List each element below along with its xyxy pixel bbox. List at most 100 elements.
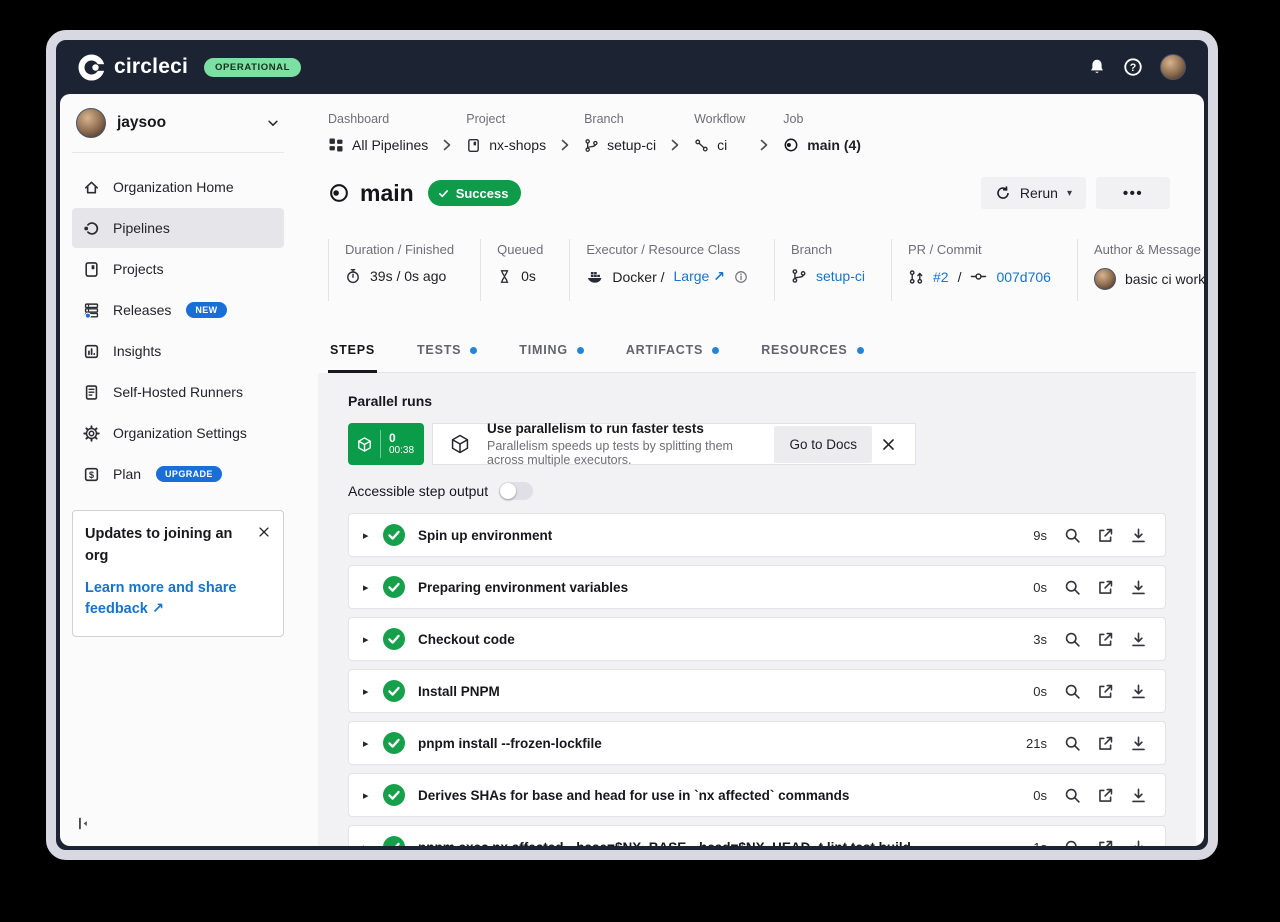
search-output-icon[interactable] [1064, 735, 1081, 752]
breadcrumb-group-workflow: Workflow ci [694, 112, 745, 155]
info-label: Queued [497, 242, 543, 257]
breadcrumb-project[interactable]: nx-shops [466, 135, 546, 155]
open-in-new-icon[interactable] [1097, 527, 1114, 544]
search-output-icon[interactable] [1064, 683, 1081, 700]
breadcrumb-all-pipelines[interactable]: All Pipelines [328, 135, 428, 155]
search-output-icon[interactable] [1064, 631, 1081, 648]
chevron-right-icon [669, 138, 681, 152]
sidebar-item-releases[interactable]: Releases NEW [72, 290, 284, 330]
info-circle-icon[interactable] [734, 270, 748, 284]
search-output-icon[interactable] [1064, 579, 1081, 596]
content-shell: jaysoo Organization Home Pipelines Proje… [60, 94, 1204, 846]
close-icon[interactable] [257, 525, 271, 539]
expand-triangle-icon[interactable]: ▸ [363, 529, 381, 542]
org-avatar [76, 108, 106, 138]
expand-triangle-icon[interactable]: ▸ [363, 737, 381, 750]
sidebar-item-insights[interactable]: Insights [72, 331, 284, 371]
sidebar-item-label: Plan [113, 466, 141, 482]
open-in-new-icon[interactable] [1097, 579, 1114, 596]
sidebar-item-projects[interactable]: Projects [72, 249, 284, 289]
tab-timing[interactable]: TIMING [517, 335, 586, 373]
step-row[interactable]: ▸ pnpm exec nx affected --base=$NX_BASE … [348, 825, 1166, 846]
org-switcher[interactable]: jaysoo [72, 94, 284, 153]
breadcrumb-job[interactable]: main (4) [783, 135, 861, 155]
step-duration: 0s [1021, 788, 1047, 803]
close-icon[interactable] [872, 437, 905, 452]
sidebar-item-organization-settings[interactable]: Organization Settings [72, 413, 284, 453]
sidebar-item-plan[interactable]: $ Plan UPGRADE [72, 454, 284, 494]
open-in-new-icon[interactable] [1097, 683, 1114, 700]
open-in-new-icon[interactable] [1097, 735, 1114, 752]
open-in-new-icon[interactable] [1097, 631, 1114, 648]
open-in-new-icon[interactable] [1097, 787, 1114, 804]
info-label: Executor / Resource Class [586, 242, 748, 257]
parallel-run-index: 0 [389, 431, 414, 445]
branch-link[interactable]: setup-ci [816, 268, 865, 284]
breadcrumb-workflow[interactable]: ci [694, 135, 745, 155]
status-operational-badge[interactable]: OPERATIONAL [204, 58, 301, 77]
expand-triangle-icon[interactable]: ▸ [363, 685, 381, 698]
open-in-new-icon[interactable] [1097, 839, 1114, 847]
tab-steps[interactable]: STEPS [328, 335, 377, 373]
breadcrumb-label: Branch [584, 112, 656, 127]
go-to-docs-button[interactable]: Go to Docs [774, 426, 872, 463]
expand-triangle-icon[interactable]: ▸ [363, 581, 381, 594]
step-duration: 9s [1021, 528, 1047, 543]
collapse-sidebar-icon[interactable] [72, 815, 284, 846]
step-row[interactable]: ▸ Derives SHAs for base and head for use… [348, 773, 1166, 817]
step-row[interactable]: ▸ pnpm install --frozen-lockfile 21s [348, 721, 1166, 765]
svg-text:?: ? [1130, 62, 1136, 74]
tab-artifacts[interactable]: ARTIFACTS [624, 335, 721, 373]
step-row[interactable]: ▸ Checkout code 3s [348, 617, 1166, 661]
download-icon[interactable] [1130, 839, 1147, 847]
branch-icon [584, 138, 599, 153]
parallel-run-tile[interactable]: 0 00:38 [348, 423, 424, 465]
step-row[interactable]: ▸ Preparing environment variables 0s [348, 565, 1166, 609]
info-queued: Queued 0s [480, 239, 569, 301]
download-icon[interactable] [1130, 579, 1147, 596]
info-pr-commit: PR / Commit #2 / 007d706 [891, 239, 1077, 301]
more-dots-icon: ••• [1123, 185, 1143, 202]
download-icon[interactable] [1130, 735, 1147, 752]
circleci-logo[interactable]: circleci [78, 54, 188, 81]
main-area: Dashboard All Pipelines Project nx-shops [296, 94, 1204, 846]
rerun-button[interactable]: Rerun ▾ [981, 177, 1086, 209]
search-output-icon[interactable] [1064, 787, 1081, 804]
app-window: circleci OPERATIONAL ? jaysoo [46, 30, 1218, 860]
learn-more-link[interactable]: Learn more and share feedback ↗ [85, 578, 271, 622]
help-icon[interactable]: ? [1123, 57, 1143, 77]
search-output-icon[interactable] [1064, 839, 1081, 847]
notifications-bell-icon[interactable] [1088, 58, 1106, 76]
resource-class-link[interactable]: Large ↗ [674, 268, 725, 285]
tab-resources[interactable]: RESOURCES [759, 335, 865, 373]
info-label: Branch [791, 242, 865, 257]
expand-triangle-icon[interactable]: ▸ [363, 841, 381, 847]
pr-number-link[interactable]: #2 [933, 269, 949, 285]
commit-hash-link[interactable]: 007d706 [996, 269, 1051, 285]
expand-triangle-icon[interactable]: ▸ [363, 789, 381, 802]
download-icon[interactable] [1130, 787, 1147, 804]
download-icon[interactable] [1130, 631, 1147, 648]
more-actions-button[interactable]: ••• [1096, 177, 1170, 209]
settings-gear-icon [82, 425, 100, 442]
sidebar-item-pipelines[interactable]: Pipelines [72, 208, 284, 248]
parallel-run-time: 00:38 [389, 445, 414, 457]
step-row[interactable]: ▸ Install PNPM 0s [348, 669, 1166, 713]
step-row[interactable]: ▸ Spin up environment 9s [348, 513, 1166, 557]
tab-tests[interactable]: TESTS [415, 335, 479, 373]
tab-label: TESTS [417, 343, 461, 357]
breadcrumb-branch[interactable]: setup-ci [584, 135, 656, 155]
sidebar-item-self-hosted-runners[interactable]: Self-Hosted Runners [72, 372, 284, 412]
sidebar-item-organization-home[interactable]: Organization Home [72, 167, 284, 207]
check-icon [437, 187, 450, 200]
user-avatar[interactable] [1160, 54, 1186, 80]
external-link-arrow-icon: ↗ [152, 601, 164, 617]
download-icon[interactable] [1130, 683, 1147, 700]
expand-triangle-icon[interactable]: ▸ [363, 633, 381, 646]
search-output-icon[interactable] [1064, 527, 1081, 544]
breadcrumb-text: main (4) [807, 137, 861, 153]
accessible-output-toggle[interactable] [499, 482, 533, 500]
sidebar-item-label: Projects [113, 261, 164, 277]
breadcrumb-group-dashboard: Dashboard All Pipelines [328, 112, 428, 155]
download-icon[interactable] [1130, 527, 1147, 544]
